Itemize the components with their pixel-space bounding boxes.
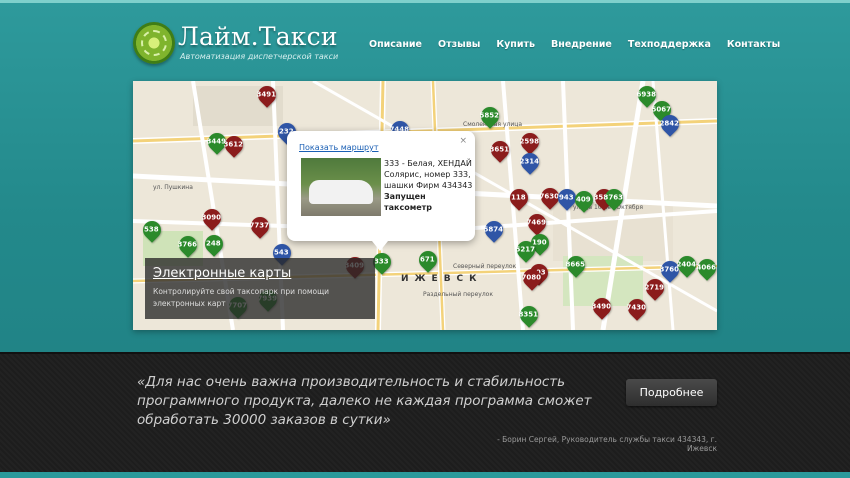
taxi-marker-label: 3491 bbox=[256, 90, 277, 99]
car-status: Запущен таксометр bbox=[384, 192, 433, 212]
testimonial-quote: «Для нас очень важна производительность … bbox=[137, 374, 592, 428]
taxi-marker-label: 7737 bbox=[249, 221, 270, 230]
taxi-marker-label: 538 bbox=[143, 225, 159, 234]
main-nav: Описание Отзывы Купить Внедрение Техподд… bbox=[369, 39, 796, 50]
nav-link-implementation[interactable]: Внедрение bbox=[551, 39, 612, 50]
taxi-marker-label: 4066 bbox=[696, 263, 717, 272]
city-label: ИЖЕВСК bbox=[401, 274, 483, 284]
taxi-marker-label: 3090 bbox=[201, 213, 222, 222]
map-caption: Электронные карты Контролируйте свой так… bbox=[145, 258, 375, 319]
taxi-marker-label: 671 bbox=[419, 255, 435, 264]
map-popup: Показать маршрут × 333 - Белая, ХЕНДАЙ С… bbox=[287, 131, 475, 251]
caption-description: Контролируйте свой таксопарк при помощи … bbox=[153, 287, 330, 308]
show-route-link[interactable]: Показать маршрут bbox=[299, 143, 379, 152]
street-label: ул. Пушкина bbox=[153, 184, 193, 191]
car-photo bbox=[301, 158, 381, 216]
taxi-marker-label: 2719 bbox=[644, 283, 665, 292]
taxi-marker-label: 5067 bbox=[651, 105, 672, 114]
brand-tagline: Автоматизация диспетчерской такси bbox=[180, 52, 339, 61]
taxi-marker-label: 5852 bbox=[479, 111, 500, 120]
brand-name[interactable]: Лайм.Такси bbox=[178, 22, 338, 51]
taxi-marker-label: 543 bbox=[273, 248, 289, 257]
street-label: Северный переулок bbox=[453, 263, 517, 270]
nav-link-contacts[interactable]: Контакты bbox=[727, 39, 780, 50]
taxi-marker-label: 8665 bbox=[565, 260, 586, 269]
top-accent-line bbox=[0, 0, 850, 3]
taxi-marker-label: 7469 bbox=[526, 218, 547, 227]
nav-link-description[interactable]: Описание bbox=[369, 39, 422, 50]
taxi-marker-label: 3763 bbox=[603, 193, 624, 202]
car-details: 333 - Белая, ХЕНДАЙ Солярис, номер 333, … bbox=[384, 159, 473, 190]
more-button[interactable]: Подробнее bbox=[626, 379, 717, 406]
taxi-marker-label: 5874 bbox=[483, 225, 504, 234]
taxi-marker-label: 2842 bbox=[659, 119, 680, 128]
taxi-marker-label: 7430 bbox=[626, 303, 647, 312]
taxi-marker-label: 2314 bbox=[519, 157, 540, 166]
caption-title-link[interactable]: Электронные карты bbox=[153, 266, 291, 281]
taxi-marker-label: 8351 bbox=[518, 310, 539, 319]
taxi-marker-label: 3612 bbox=[223, 140, 244, 149]
car-info: 333 - Белая, ХЕНДАЙ Солярис, номер 333, … bbox=[384, 158, 474, 213]
taxi-marker-label: 5217 bbox=[515, 245, 536, 254]
taxi-marker-label: 2598 bbox=[519, 137, 540, 146]
street-label: Раздельный переулок bbox=[423, 291, 493, 298]
taxi-marker-label: 118 bbox=[510, 193, 526, 202]
taxi-marker-label: 248 bbox=[205, 239, 221, 248]
nav-link-reviews[interactable]: Отзывы bbox=[438, 39, 480, 50]
taxi-marker-label: 3651 bbox=[489, 145, 510, 154]
lime-logo-icon[interactable] bbox=[133, 22, 175, 64]
close-icon[interactable]: × bbox=[459, 136, 467, 146]
nav-link-support[interactable]: Техподдержка bbox=[628, 39, 711, 50]
nav-link-buy[interactable]: Купить bbox=[496, 39, 535, 50]
taxi-marker-label: 3490 bbox=[591, 302, 612, 311]
testimonial-author: - Борин Сергей, Руководитель службы такс… bbox=[497, 435, 717, 453]
taxi-marker-label: 7080 bbox=[521, 273, 542, 282]
taxi-marker-label: 6938 bbox=[636, 90, 657, 99]
